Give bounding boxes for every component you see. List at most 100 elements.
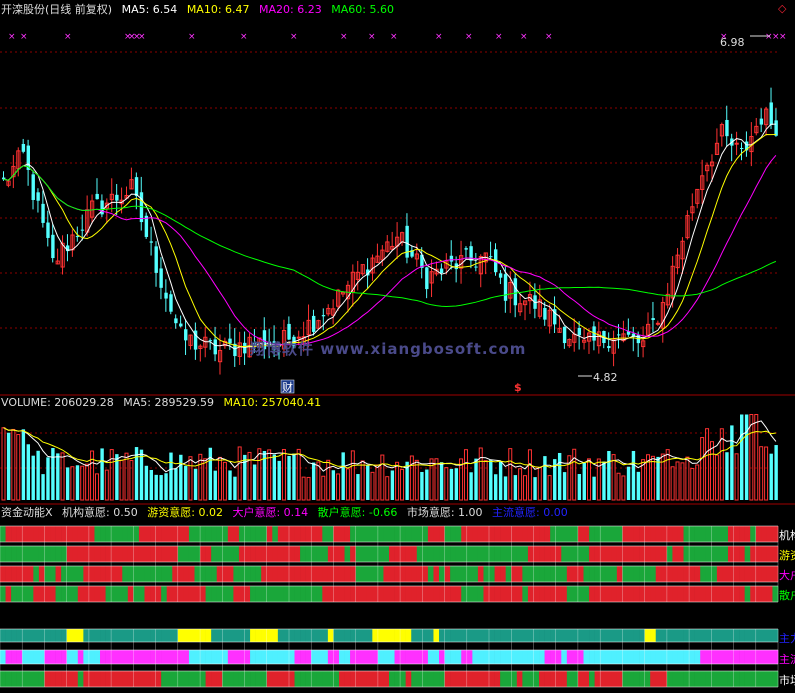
shichang-band-segment	[322, 671, 329, 687]
sanhu-band-segment	[605, 586, 612, 602]
dahu-band-segment	[255, 566, 262, 582]
youzi-band-segment	[188, 546, 195, 562]
dahu-band-segment	[177, 566, 184, 582]
sanhu-band-segment	[238, 586, 245, 602]
jigou-band-segment	[661, 526, 668, 542]
youzi-band-segment	[594, 546, 601, 562]
zhuli-band-segment	[83, 629, 90, 642]
zhuli-band-segment	[377, 629, 384, 642]
zhuliu-band-segment	[739, 650, 745, 664]
sanhu-band-segment	[489, 586, 495, 602]
jigou-band-segment	[589, 526, 595, 542]
sanhu-band-segment	[322, 586, 329, 602]
volume-bar	[650, 455, 655, 501]
zhuliu-band-segment	[111, 650, 117, 664]
volume-bar	[222, 461, 227, 501]
zhuli-band-segment	[622, 629, 629, 642]
shichang-band-segment	[727, 671, 734, 687]
zhuliu-band-segment	[433, 650, 440, 664]
zhuliu-band-segment	[611, 650, 618, 664]
dahu-band-segment	[661, 566, 668, 582]
volume-bar	[596, 458, 601, 501]
candle-body	[95, 193, 99, 200]
jigou-band-segment	[355, 526, 362, 542]
zhuliu-band-segment	[683, 650, 690, 664]
zhuli-band-segment	[516, 629, 523, 642]
candle-body	[80, 229, 85, 231]
zhuliu-band-segment	[205, 650, 212, 664]
dahu-band-segment	[372, 566, 379, 582]
zhuliu-band-segment	[422, 650, 429, 664]
volume-bar	[233, 476, 237, 500]
dahu-band-segment	[589, 566, 595, 582]
zhuli-band-segment	[422, 629, 429, 642]
zhuliu-band-segment	[555, 650, 562, 664]
zhuli-band-segment	[466, 629, 473, 642]
sanhu-band-segment	[233, 586, 240, 602]
sanhu-band-segment	[266, 586, 273, 602]
zhuliu-band-segment	[122, 650, 129, 664]
candle-body	[144, 215, 149, 237]
shichang-band-segment	[389, 671, 395, 687]
sanhu-band-segment	[50, 586, 56, 602]
zhuliu-band-segment	[16, 650, 23, 664]
shichang-band-segment	[583, 671, 590, 687]
candle-body	[769, 102, 773, 125]
zhuliu-band-segment	[755, 650, 762, 664]
shichang-band-segment	[655, 671, 662, 687]
shichang-band-segment	[672, 671, 679, 687]
sanhu-band-segment	[744, 586, 751, 602]
shichang-band-segment	[38, 671, 45, 687]
youzi-band-segment	[194, 546, 201, 562]
sanhu-band-segment	[683, 586, 690, 602]
volume-bar	[409, 455, 414, 501]
dahu-band-segment	[744, 566, 751, 582]
sanhu-band-segment	[116, 586, 123, 602]
jigou-band-segment	[666, 526, 673, 542]
sanhu-band-segment	[350, 586, 356, 602]
shichang-band-segment	[689, 671, 695, 687]
zhuliu-band-segment	[439, 650, 445, 664]
candle-body	[321, 315, 326, 317]
dahu-band-segment	[300, 566, 306, 582]
sanhu-band-segment	[755, 586, 762, 602]
shichang-band-segment	[527, 671, 534, 687]
shichang-band-segment	[94, 671, 101, 687]
candle-body	[740, 147, 744, 149]
youzi-band-segment	[750, 546, 757, 562]
volume-bar	[631, 450, 636, 500]
volume-bar	[228, 470, 232, 500]
jigou-band-segment	[44, 526, 51, 542]
youzi-band-segment	[111, 546, 117, 562]
youzi-band-segment	[550, 546, 557, 562]
candle-body	[213, 339, 217, 355]
jigou-band-segment	[377, 526, 384, 542]
zhuli-band-segment	[305, 629, 312, 642]
zhuli-band-segment	[316, 629, 323, 642]
shichang-band-segment	[338, 671, 345, 687]
volume-bar	[321, 475, 326, 501]
zhuli-band-segment	[33, 629, 40, 642]
zhuli-band-segment	[477, 629, 484, 642]
jigou-band-segment	[50, 526, 56, 542]
volume-ma10-line	[3, 427, 776, 469]
dahu-band-segment	[288, 566, 295, 582]
youzi-band-segment	[577, 546, 584, 562]
shichang-band-segment	[300, 671, 306, 687]
youzi-band-segment	[411, 546, 418, 562]
zhuliu-band-segment	[394, 650, 401, 664]
sanhu-band-segment	[38, 586, 45, 602]
shichang-band-segment	[483, 671, 490, 687]
volume-bar	[626, 466, 631, 500]
sanhu-band-segment	[650, 586, 657, 602]
volume-bar	[685, 456, 690, 501]
zhuliu-band-segment	[405, 650, 412, 664]
youzi-band-segment	[244, 546, 251, 562]
youzi-band-segment	[405, 546, 412, 562]
zhuliu-band-segment	[327, 650, 334, 664]
jigou-band-segment	[689, 526, 695, 542]
shichang-band-segment	[533, 671, 540, 687]
jigou-band-segment	[400, 526, 406, 542]
zhuliu-band-segment	[350, 650, 356, 664]
youzi-band-segment	[155, 546, 162, 562]
